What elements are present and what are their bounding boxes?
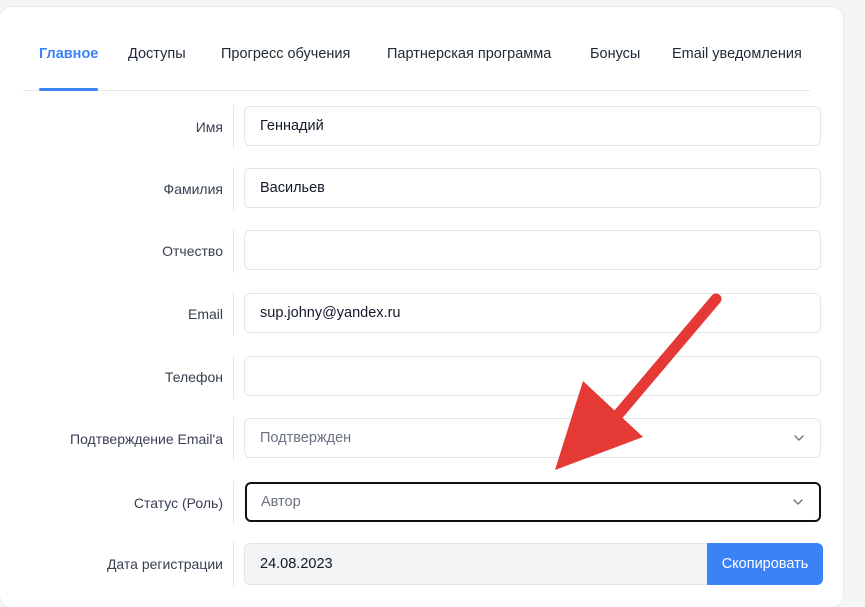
row-last-name: Фамилия: [0, 167, 843, 211]
copy-button[interactable]: Скопировать: [707, 543, 823, 585]
chevron-down-icon: [794, 435, 804, 441]
first-name-label: Имя: [195, 119, 223, 135]
tab-main[interactable]: Главное: [39, 32, 99, 91]
row-divider: [233, 542, 234, 586]
registration-date-label: Дата регистрации: [106, 556, 223, 572]
row-status: Статус (Роль) Автор: [0, 481, 843, 525]
last-name-label: Фамилия: [163, 181, 223, 197]
row-phone: Телефон: [0, 355, 843, 399]
middle-name-label: Отчество: [162, 243, 223, 259]
tab-learning-progress[interactable]: Прогресс обучения: [221, 32, 350, 90]
row-divider: [233, 167, 234, 211]
email-confirmation-label: Подтверждение Email'а: [70, 431, 223, 447]
status-value: Автор: [261, 494, 301, 510]
row-email: Email: [0, 292, 843, 336]
tab-access[interactable]: Доступы: [128, 32, 186, 90]
last-name-input[interactable]: [244, 168, 821, 208]
phone-input[interactable]: [244, 356, 821, 396]
row-email-confirmation: Подтверждение Email'а Подтвержден: [0, 417, 843, 461]
row-middle-name: Отчество: [0, 229, 843, 273]
tab-bar: Главное Доступы Прогресс обучения Партне…: [23, 32, 810, 91]
row-first-name: Имя: [0, 105, 843, 149]
tab-bonuses[interactable]: Бонусы: [590, 32, 640, 90]
status-label: Статус (Роль): [133, 495, 223, 511]
first-name-input[interactable]: [244, 106, 821, 146]
row-divider: [233, 105, 234, 149]
row-divider: [233, 292, 234, 336]
email-confirmation-value: Подтвержден: [260, 430, 352, 446]
row-divider: [233, 229, 234, 273]
chevron-down-icon: [793, 499, 803, 505]
phone-label: Телефон: [164, 369, 223, 385]
registration-date-group: 24.08.2023 Скопировать: [244, 543, 823, 585]
row-divider: [233, 355, 234, 399]
email-input[interactable]: [244, 293, 821, 333]
email-confirmation-select[interactable]: Подтвержден: [244, 418, 821, 458]
row-divider: [233, 417, 234, 461]
middle-name-input[interactable]: [244, 230, 821, 270]
tab-partner-program[interactable]: Партнерская программа: [387, 32, 551, 90]
row-registration-date: Дата регистрации 24.08.2023 Скопировать: [0, 542, 843, 586]
user-profile-card: Главное Доступы Прогресс обучения Партне…: [0, 7, 843, 607]
registration-date-field: 24.08.2023: [244, 543, 714, 585]
email-label: Email: [187, 306, 223, 322]
tab-email-notifications[interactable]: Email уведомления: [672, 32, 802, 90]
status-select[interactable]: Автор: [245, 482, 821, 522]
row-divider: [233, 481, 234, 525]
